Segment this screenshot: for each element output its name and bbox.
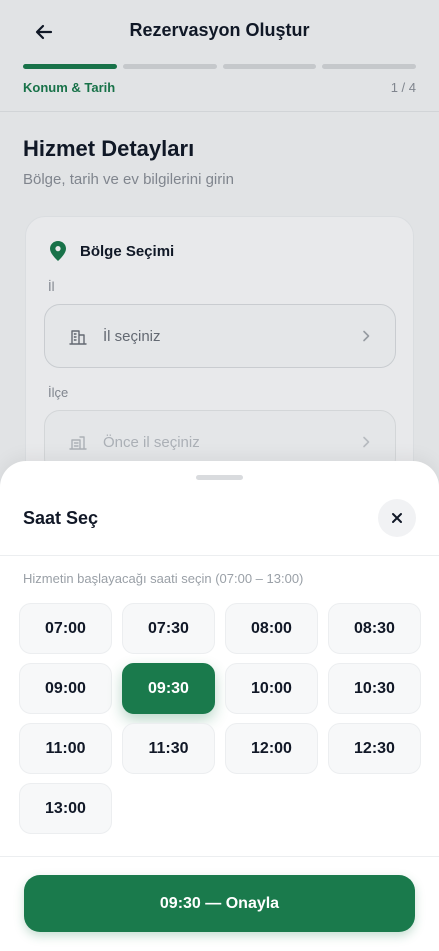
confirm-button[interactable]: 09:30 — Onayla — [24, 875, 415, 932]
close-button[interactable] — [378, 499, 416, 537]
time-slot-grid: 07:00 07:30 08:00 08:30 09:00 09:30 10:00 10:30… — [19, 603, 421, 834]
time-slot-selected[interactable]: 09:30 — [122, 663, 215, 714]
time-slot[interactable]: 08:00 — [225, 603, 318, 654]
time-hint: Hizmetin başlayacağı saati seçin (07:00 … — [23, 571, 304, 586]
time-slot[interactable]: 10:00 — [225, 663, 318, 714]
footer-divider — [0, 856, 439, 857]
screen: Rezervasyon Oluştur Konum & Tarih 1 / 4 … — [0, 0, 439, 951]
close-icon — [392, 513, 402, 523]
sheet-title: Saat Seç — [23, 508, 99, 528]
time-slot[interactable]: 10:30 — [328, 663, 421, 714]
sheet-divider — [0, 555, 439, 556]
time-slot[interactable]: 12:00 — [225, 723, 318, 774]
time-slot[interactable]: 13:00 — [19, 783, 112, 834]
time-picker-sheet: Saat Seç Hizmetin başlayacağı saati seçi… — [0, 461, 439, 951]
time-slot[interactable]: 07:30 — [122, 603, 215, 654]
time-slot[interactable]: 09:00 — [19, 663, 112, 714]
time-slot[interactable]: 11:30 — [122, 723, 215, 774]
time-slot[interactable]: 12:30 — [328, 723, 421, 774]
time-slot[interactable]: 11:00 — [19, 723, 112, 774]
time-slot[interactable]: 08:30 — [328, 603, 421, 654]
sheet-grabber[interactable] — [196, 475, 243, 480]
time-slot[interactable]: 07:00 — [19, 603, 112, 654]
